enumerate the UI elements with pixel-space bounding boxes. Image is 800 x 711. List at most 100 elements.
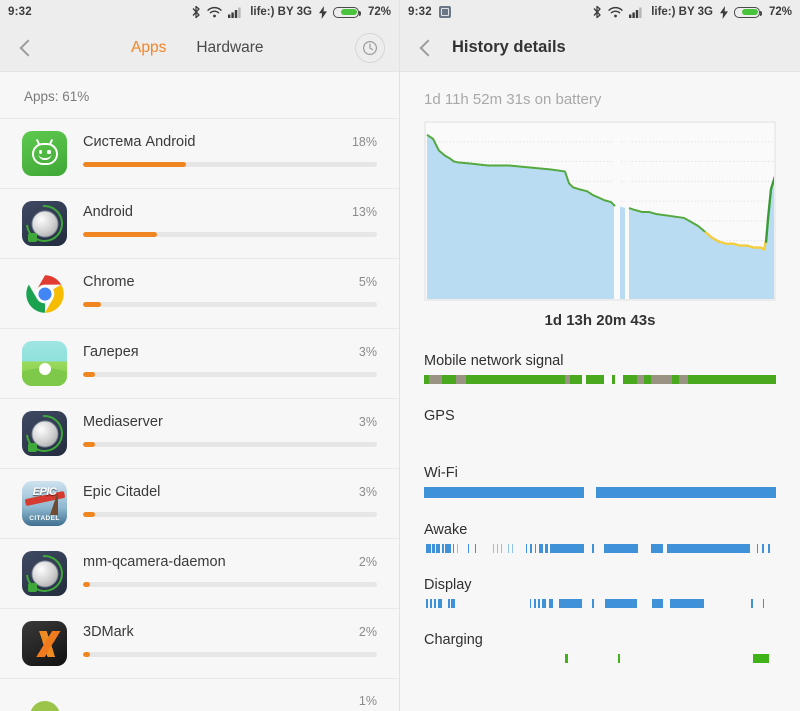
android-system-icon	[22, 131, 67, 176]
usage-bar	[83, 232, 377, 237]
bluetooth-icon	[192, 5, 200, 19]
battery-percent: 72%	[768, 6, 792, 18]
status-icons: life:) BY 3G 72%	[592, 5, 792, 19]
battery-icon	[733, 6, 763, 18]
charging-bolt-icon	[318, 5, 327, 19]
table-row[interactable]: EPIC CITADEL Epic Citadel 3%	[0, 468, 399, 538]
history-button[interactable]	[355, 32, 385, 63]
app-top-line: Система Android 18%	[83, 134, 377, 150]
section-label: GPS	[424, 408, 455, 424]
chrome-icon	[22, 271, 67, 316]
tab-bar: Apps Hardware	[131, 39, 264, 57]
battery-percent: 72%	[367, 6, 391, 18]
battery-fill	[742, 8, 758, 16]
app-name: Галерея	[83, 344, 139, 360]
clock-icon	[362, 40, 378, 55]
charging-bolt-icon	[719, 5, 728, 19]
battery-history-chart	[424, 121, 776, 301]
table-row[interactable]: 3DMark 2%	[0, 608, 399, 678]
section-label: Mobile network signal	[424, 353, 564, 369]
status-bar-right: 9:32 life:) BY 3G 72%	[400, 0, 800, 24]
gallery-icon	[22, 341, 67, 386]
chart-gap-2	[625, 122, 629, 300]
usage-bar	[83, 582, 377, 587]
table-row[interactable]: 1%	[0, 678, 399, 711]
back-button[interactable]	[14, 37, 36, 59]
table-row[interactable]: Mediaserver 3%	[0, 398, 399, 468]
green-android-head-shape	[29, 701, 60, 711]
green-tab-shape	[28, 443, 37, 452]
app-top-line: Chrome 5%	[83, 274, 377, 290]
left-header: Apps Hardware	[0, 24, 399, 72]
table-row[interactable]: Система Android 18%	[0, 118, 399, 188]
mediaserver-icon	[22, 411, 67, 456]
gps-timeline-empty	[424, 430, 776, 441]
status-time: 9:32	[8, 6, 32, 18]
page-title: History details	[452, 38, 566, 56]
wifi-timeline	[424, 487, 776, 498]
usage-bar	[83, 372, 377, 377]
left-screen-apps: 9:32 life:) BY 3G 72% Apps Hardware Apps…	[0, 0, 400, 711]
app-top-line: Галерея 3%	[83, 344, 377, 360]
status-icons: life:) BY 3G 72%	[191, 5, 391, 19]
app-top-line: Android 13%	[83, 204, 377, 220]
app-top-line: Mediaserver 3%	[83, 414, 377, 430]
wifi-icon	[608, 6, 623, 18]
epic-wordmark: EPIC	[32, 486, 57, 498]
app-name: Epic Citadel	[83, 484, 161, 500]
on-battery-label: 1d 11h 52m 31s on battery	[424, 91, 602, 108]
app-body: Система Android 18%	[83, 130, 377, 167]
usage-bar	[83, 652, 377, 657]
chrome-logo-shape	[25, 274, 64, 313]
app-name: mm-qcamera-daemon	[83, 554, 226, 570]
section-wifi: Wi-Fi	[424, 441, 776, 498]
chart-duration-caption: 1d 13h 20m 43s	[544, 312, 656, 329]
app-name: Android	[83, 204, 133, 220]
status-bar-left: 9:32 life:) BY 3G 72%	[0, 0, 399, 24]
right-screen-history-details: 9:32 life:) BY 3G 72% History details 1d…	[400, 0, 800, 711]
gallery-sun-shape	[38, 363, 51, 375]
app-body: mm-qcamera-daemon 2%	[83, 550, 377, 587]
cellular-signal-icon	[228, 7, 241, 18]
table-row[interactable]: mm-qcamera-daemon 2%	[0, 538, 399, 608]
back-button[interactable]	[414, 37, 436, 59]
android-process-icon	[22, 201, 67, 246]
app-body: Mediaserver 3%	[83, 410, 377, 447]
app-percent: 13%	[351, 205, 377, 219]
section-charging: Charging	[424, 608, 776, 663]
usage-bar	[83, 162, 377, 167]
3dmark-icon	[22, 621, 67, 666]
citadel-wordmark: CITADEL	[29, 515, 60, 522]
table-row[interactable]: Chrome 5%	[0, 258, 399, 328]
tab-hardware[interactable]: Hardware	[196, 39, 263, 57]
app-name: Mediaserver	[83, 414, 163, 430]
app-body: 3DMark 2%	[83, 620, 377, 657]
app-percent: 3%	[358, 345, 377, 359]
app-top-line: 1%	[83, 694, 377, 708]
battery-chart-svg	[425, 122, 775, 300]
robot-face-shape	[31, 143, 58, 166]
app-percent: 1%	[358, 694, 377, 708]
section-label: Wi-Fi	[424, 465, 458, 481]
app-percent: 3%	[358, 415, 377, 429]
app-percent: 2%	[358, 555, 377, 569]
chart-gap-1	[614, 122, 620, 300]
tab-apps[interactable]: Apps	[131, 39, 166, 57]
app-top-line: 3DMark 2%	[83, 624, 377, 640]
app-body: Android 13%	[83, 200, 377, 237]
epic-citadel-icon: EPIC CITADEL	[22, 481, 67, 526]
3dmark-logo-shape	[27, 630, 62, 657]
green-tab-shape	[28, 583, 37, 592]
table-row[interactable]: Android 13%	[0, 188, 399, 258]
app-percent: 3%	[358, 485, 377, 499]
usage-bar	[83, 442, 377, 447]
section-mobile-network-signal: Mobile network signal	[424, 329, 776, 384]
usage-bar	[83, 512, 377, 517]
carrier-label: life:) BY 3G	[250, 6, 312, 18]
apps-summary: Apps: 61%	[0, 72, 399, 118]
screenshot-icon	[438, 6, 451, 18]
table-row[interactable]: Галерея 3%	[0, 328, 399, 398]
app-name: Chrome	[83, 274, 135, 290]
app-top-line: mm-qcamera-daemon 2%	[83, 554, 377, 570]
app-body: 1%	[83, 690, 377, 711]
